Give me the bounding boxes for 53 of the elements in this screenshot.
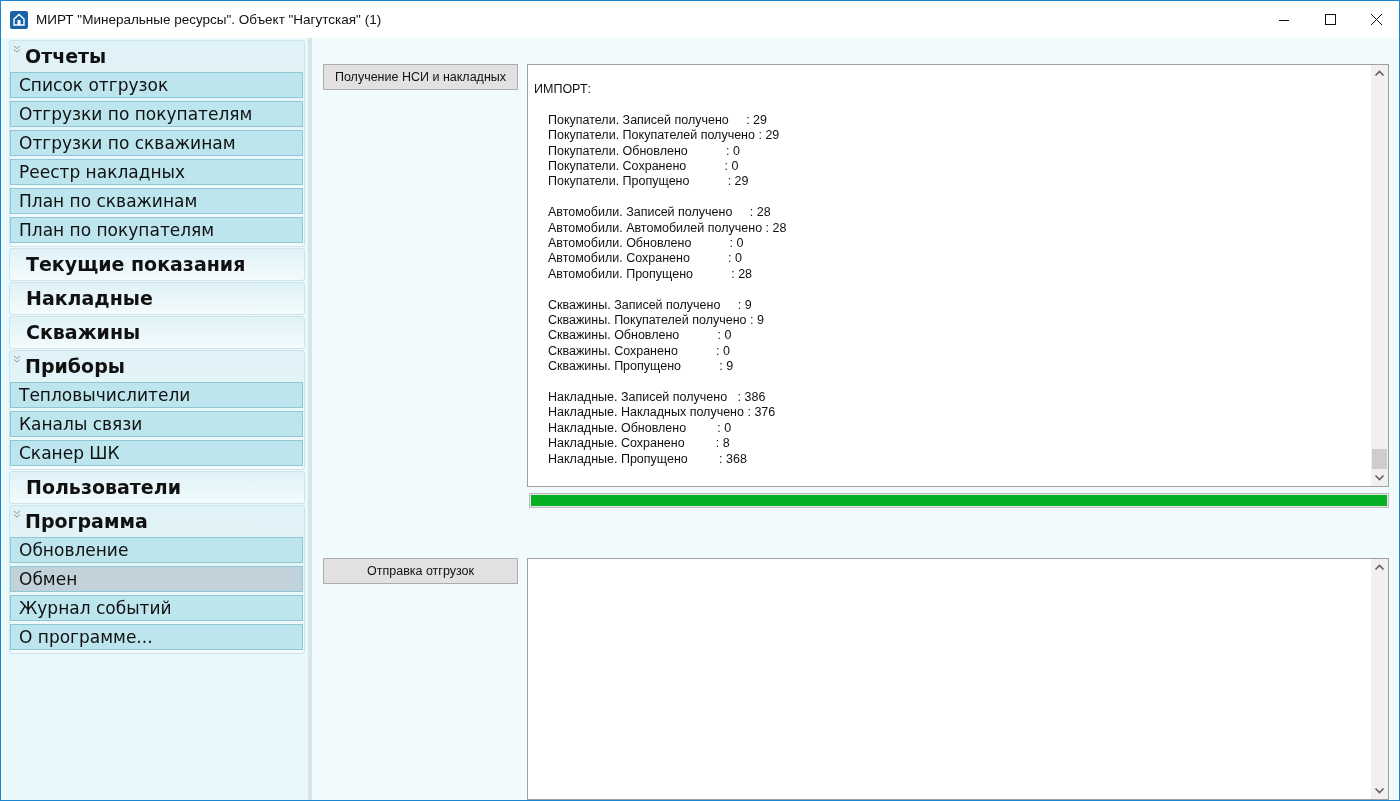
sidebar-item[interactable]: План по скважинам — [10, 188, 303, 214]
log-line: Покупатели. Сохранено : 0 — [547, 159, 740, 175]
sidebar-group-title[interactable]: Пользователи — [26, 472, 181, 503]
log-line: Автомобили. Сохранено : 0 — [547, 251, 743, 267]
scroll-thumb[interactable] — [1372, 449, 1387, 469]
sidebar-item[interactable]: О программе... — [10, 624, 303, 650]
log-line: Автомобили. Пропущено : 28 — [547, 266, 754, 283]
sidebar-item[interactable]: Журнал событий — [10, 595, 303, 621]
import-button[interactable]: Получение НСИ и накладных — [323, 64, 518, 90]
close-icon — [1370, 14, 1382, 25]
log-line: Накладные. Сохранено : 8 — [547, 436, 731, 452]
log-line: Скважины. Обновлено : 0 — [547, 328, 733, 344]
sidebar-group-title[interactable]: Текущие показания — [26, 249, 246, 280]
log-line: Накладные. Накладных получено : 376 — [547, 405, 777, 421]
sidebar-item[interactable]: Отгрузки по скважинам — [10, 130, 303, 156]
scrollbar[interactable] — [1371, 559, 1388, 799]
window-title: МИРТ "Минеральные ресурсы". Объект "Нагутская" (1) — [36, 12, 383, 27]
collapse-chevron-icon[interactable] — [13, 45, 21, 53]
sidebar-item[interactable]: План по покупателям — [10, 217, 303, 243]
sidebar-group-title[interactable]: Приборы — [25, 351, 125, 382]
sidebar-item[interactable]: Сканер ШК — [10, 440, 303, 466]
log-line: Скважины. Пропущено : 9 — [547, 359, 735, 375]
collapse-chevron-icon[interactable] — [13, 510, 21, 518]
sidebar-item[interactable]: Обновление — [10, 537, 303, 563]
log-line: Автомобили. Записей получено : 28 — [547, 205, 772, 221]
log-heading: ИМПОРТ: — [534, 82, 592, 98]
log-line: Скважины. Записей получено : 9 — [547, 297, 753, 314]
scrollbar[interactable] — [1371, 65, 1388, 486]
log-line: Покупатели. Обновлено : 0 — [547, 143, 741, 159]
log-line: Накладные. Обновлено : 0 — [547, 420, 733, 437]
sidebar-item[interactable]: Каналы связи — [10, 411, 303, 437]
log-line: Покупатели. Записей получено : 29 — [547, 112, 769, 129]
sidebar-group-title[interactable]: Скважины — [26, 317, 141, 348]
sidebar-group-title[interactable]: Программа — [25, 506, 148, 537]
sidebar-group-title[interactable]: Отчеты — [25, 41, 107, 72]
sidebar-item[interactable]: Список отгрузок — [10, 72, 303, 98]
log-line: Скважины. Покупателей получено : 9 — [547, 313, 765, 329]
sidebar-item[interactable]: Тепловычислители — [10, 382, 303, 408]
app-icon — [10, 10, 28, 29]
export-button[interactable]: Отправка отгрузок — [323, 558, 518, 584]
log-line: Накладные. Записей получено : 386 — [547, 390, 767, 406]
log-line: Автомобили. Обновлено : 0 — [547, 236, 745, 252]
log-line: Скважины. Сохранено : 0 — [547, 343, 731, 360]
sidebar-item[interactable]: Обмен — [10, 566, 303, 592]
maximize-icon — [1324, 14, 1336, 25]
log-line: Покупатели. Покупателей получено : 29 — [547, 128, 781, 144]
collapse-chevron-icon[interactable] — [13, 355, 21, 363]
sidebar-item[interactable]: Отгрузки по покупателям — [10, 101, 303, 127]
log-line: Накладные. Пропущено : 368 — [547, 451, 748, 468]
log-line: Покупатели. Пропущено : 29 — [547, 174, 750, 190]
sidebar-item[interactable]: Реестр накладных — [10, 159, 303, 185]
sidebar-group-title[interactable]: Накладные — [26, 283, 153, 314]
log-line: Автомобили. Автомобилей получено : 28 — [547, 220, 788, 237]
